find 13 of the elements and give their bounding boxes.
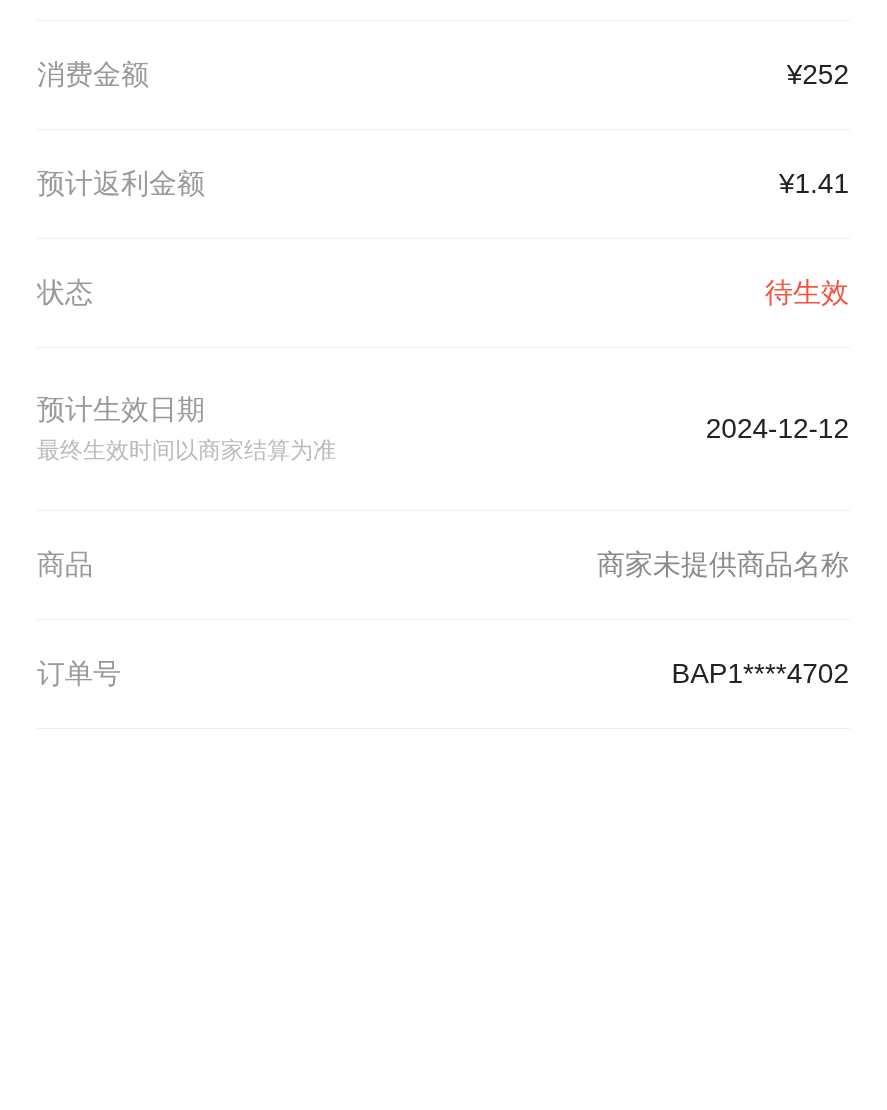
- field-value: BAP1****4702: [671, 657, 849, 691]
- field-value: 商家未提供商品名称: [597, 548, 849, 582]
- field-note: 最终生效时间以商家结算为准: [37, 436, 336, 465]
- field-label: 预计返利金额: [37, 167, 205, 201]
- field-label: 商品: [37, 548, 93, 582]
- field-label: 预计生效日期: [37, 393, 206, 427]
- field-value: 2024-12-12: [705, 412, 849, 446]
- field-label: 状态: [37, 276, 93, 310]
- field-label: 订单号: [37, 657, 121, 691]
- field-value: ¥252: [786, 58, 849, 92]
- field-value: 待生效: [765, 276, 849, 310]
- field-label: 消费金额: [37, 58, 149, 92]
- field-value: ¥1.41: [778, 167, 849, 201]
